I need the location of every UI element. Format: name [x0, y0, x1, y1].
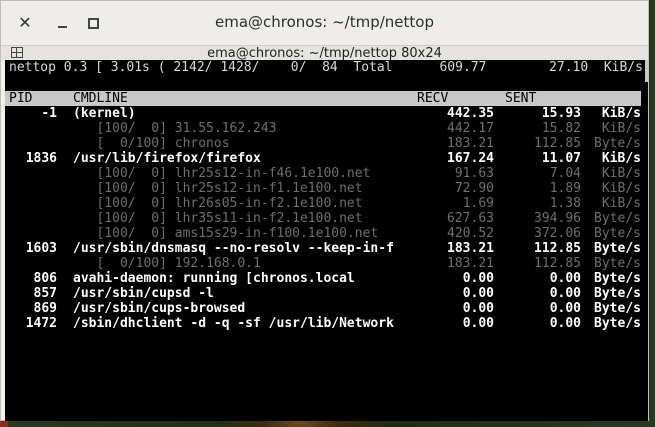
cmdline-cell: [100/ 0] lhr25s12-in-f1.1e100.net: [73, 181, 363, 196]
process-row[interactable]: 1472/sbin/dhclient -d -q -sf /usr/lib/Ne…: [5, 316, 641, 331]
unit-cell: Byte/s: [594, 301, 641, 316]
process-row[interactable]: 869/usr/sbin/cups-browsed 0.00 0.00 Byte/s: [5, 301, 641, 316]
scrollbar-thumb[interactable]: [645, 60, 648, 82]
cmdline-cell: [100/ 0] lhr35s11-in-f2.1e100.net: [73, 211, 363, 226]
table-header: PID CMDLINE RECV SENT: [5, 91, 641, 106]
sent-cell: 1.38: [549, 196, 581, 211]
header-pid: PID: [9, 91, 33, 106]
terminal-window: ✕ ema@chronos: ~/tmp/nettop ema@chronos:…: [0, 0, 649, 421]
cmdline-cell: /usr/lib/firefox/firefox: [73, 151, 261, 166]
sent-cell: 372.06: [534, 226, 581, 241]
pid-cell: -1: [41, 106, 57, 121]
cmdline-cell: avahi-daemon: running [chronos.local: [73, 271, 355, 286]
process-row[interactable]: 1836/usr/lib/firefox/firefox 167.24 11.07 K…: [5, 151, 641, 166]
unit-cell: KiB/s: [601, 106, 641, 121]
sent-cell: 394.96: [534, 211, 581, 226]
unit-cell: Byte/s: [594, 136, 641, 151]
cmdline-cell: /usr/sbin/cupsd -l: [73, 286, 214, 301]
status-line: nettop 0.3 [ 3.01s ( 2142/ 1428/ 0/ 84 T…: [9, 60, 643, 75]
connection-row[interactable]: [ 0/100] 192.168.0.1 183.21 112.85 Byte/s: [5, 256, 641, 271]
pid-cell: 1836: [25, 151, 57, 166]
process-row[interactable]: -1 (kernel) 442.35 15.93 KiB/s: [5, 106, 641, 121]
recv-cell: 183.21: [447, 241, 494, 256]
unit-cell: Byte/s: [594, 256, 641, 271]
unit-cell: KiB/s: [601, 196, 641, 211]
sent-cell: 11.07: [541, 151, 581, 166]
cmdline-cell: /usr/sbin/cups-browsed: [73, 301, 246, 316]
sent-cell: 0.00: [549, 271, 581, 286]
unit-cell: Byte/s: [594, 286, 641, 301]
terminal-screen[interactable]: nettop 0.3 [ 3.01s ( 2142/ 1428/ 0/ 84 T…: [5, 60, 648, 421]
window-title: ema@chronos: ~/tmp/nettop: [214, 13, 434, 31]
recv-cell: 442.35: [447, 106, 494, 121]
recv-cell: 0.00: [462, 316, 494, 331]
recv-cell: 442.17: [447, 121, 494, 136]
recv-cell: 0.00: [462, 301, 494, 316]
recv-cell: 627.63: [447, 211, 494, 226]
header-recv: RECV: [417, 91, 449, 106]
sent-cell: 112.85: [534, 241, 581, 256]
cmdline-cell: [ 0/100] chronos: [73, 136, 230, 151]
unit-cell: KiB/s: [601, 121, 641, 136]
unit-cell: KiB/s: [601, 166, 641, 181]
connection-row[interactable]: [100/ 0] lhr25s12-in-f46.1e100.net 91.63 7…: [5, 166, 641, 181]
window-titlebar[interactable]: ✕ ema@chronos: ~/tmp/nettop: [1, 1, 648, 45]
cmdline-cell: /sbin/dhclient -d -q -sf /usr/lib/Networ…: [73, 316, 394, 331]
recv-cell: 420.52: [447, 226, 494, 241]
sent-cell: 15.93: [541, 106, 581, 121]
recv-cell: 0.00: [462, 286, 494, 301]
cmdline-cell: [100/ 0] 31.55.162.243: [73, 121, 277, 136]
recv-cell: 72.90: [454, 181, 494, 196]
connection-row[interactable]: [100/ 0] lhr35s11-in-f2.1e100.net 627.63 3…: [5, 211, 641, 226]
unit-cell: KiB/s: [601, 181, 641, 196]
pid-cell: 1603: [25, 241, 57, 256]
process-row[interactable]: 857/usr/sbin/cupsd -l 0.00 0.00 Byte/s: [5, 286, 641, 301]
unit-cell: Byte/s: [594, 241, 641, 256]
cmdline-cell: [100/ 0] lhr26s05-in-f2.1e100.net: [73, 196, 363, 211]
sent-cell: 112.85: [534, 136, 581, 151]
cmdline-cell: [100/ 0] ams15s29-in-f100.1e100.net: [73, 226, 379, 241]
process-row[interactable]: 1603/usr/sbin/dnsmasq --no-resolv --keep…: [5, 241, 641, 256]
sent-cell: 15.82: [541, 121, 581, 136]
recv-cell: 91.63: [454, 166, 494, 181]
connection-row[interactable]: [ 0/100] chronos 183.21 112.85 Byte/s: [5, 136, 641, 151]
sent-cell: 1.89: [549, 181, 581, 196]
sent-cell: 7.04: [549, 166, 581, 181]
header-sent: SENT: [505, 91, 537, 106]
unit-cell: Byte/s: [594, 316, 641, 331]
connection-row[interactable]: [100/ 0] lhr25s12-in-f1.1e100.net 72.90 1.…: [5, 181, 641, 196]
unit-cell: KiB/s: [601, 151, 641, 166]
unit-cell: Byte/s: [594, 271, 641, 286]
recv-cell: 1.69: [462, 196, 494, 211]
sent-cell: 0.00: [549, 301, 581, 316]
pid-cell: 857: [33, 286, 57, 301]
process-row[interactable]: 806 avahi-daemon: running [chronos.local 0…: [5, 271, 641, 286]
pid-cell: 1472: [25, 316, 57, 331]
cmdline-cell: /usr/sbin/dnsmasq --no-resolv --keep-in-…: [73, 241, 394, 256]
unit-cell: Byte/s: [594, 211, 641, 226]
terminal-title: ema@chronos: ~/tmp/nettop 80x24: [207, 46, 442, 61]
cmdline-cell: [100/ 0] lhr25s12-in-f46.1e100.net: [73, 166, 371, 181]
recv-cell: 183.21: [447, 136, 494, 151]
sent-cell: 0.00: [549, 286, 581, 301]
recv-cell: 0.00: [462, 271, 494, 286]
recv-cell: 183.21: [447, 256, 494, 271]
pid-cell: 869: [33, 301, 57, 316]
pid-cell: 806: [33, 271, 57, 286]
sent-cell: 112.85: [534, 256, 581, 271]
recv-cell: 167.24: [447, 151, 494, 166]
header-cmdline: CMDLINE: [73, 91, 128, 106]
cmdline-cell: (kernel): [73, 106, 136, 121]
connection-row[interactable]: [100/ 0] 31.55.162.243 442.17 15.82 KiB/s: [5, 121, 641, 136]
connection-row[interactable]: [100/ 0] lhr26s05-in-f2.1e100.net 1.69 1.3…: [5, 196, 641, 211]
unit-cell: Byte/s: [594, 226, 641, 241]
connection-row[interactable]: [100/ 0] ams15s29-in-f100.1e100.net 420.5…: [5, 226, 641, 241]
sent-cell: 0.00: [549, 316, 581, 331]
cmdline-cell: [ 0/100] 192.168.0.1: [73, 256, 261, 271]
terminal-title-bar: ema@chronos: ~/tmp/nettop 80x24: [1, 45, 648, 61]
